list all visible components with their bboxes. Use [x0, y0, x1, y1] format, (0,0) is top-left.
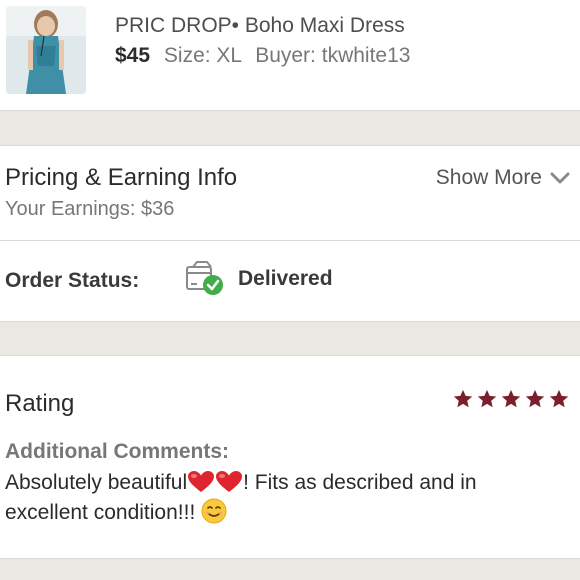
size-value: XL — [216, 44, 242, 67]
chevron-down-icon — [550, 172, 570, 184]
star-icon — [549, 389, 569, 408]
rating-section: Rating Additional Comments: Absolutely b… — [0, 356, 580, 558]
listing-title[interactable]: PRIC DROP• Boho Maxi Dress — [115, 14, 405, 38]
order-status-value: Delivered — [238, 267, 333, 290]
show-more-button[interactable]: Show More — [436, 166, 570, 190]
show-more-label: Show More — [435, 166, 542, 189]
star-icon — [525, 389, 545, 408]
buyer-label: Buyer: — [255, 44, 316, 67]
package-delivered-icon — [186, 261, 223, 295]
heart-emoji-icon — [216, 471, 243, 492]
listing-price: $45 — [115, 44, 151, 67]
order-status-section: Order Status: Delivered — [0, 241, 580, 321]
section-gap — [0, 111, 580, 145]
star-icon — [453, 389, 473, 408]
pricing-title: Pricing & Earning Info — [5, 164, 238, 191]
smiling-face-emoji-icon — [201, 498, 227, 524]
order-status-label: Order Status: — [5, 269, 140, 292]
earnings-text: Your Earnings: $36 — [5, 198, 175, 220]
star-icon — [501, 389, 521, 408]
listing-meta: $45 Size: XL Buyer: tkwhite13 — [115, 44, 410, 68]
listing-thumbnail[interactable] — [6, 6, 86, 94]
star-rating — [452, 388, 570, 410]
star-icon — [477, 389, 497, 408]
section-gap — [0, 559, 580, 580]
heart-emoji-icon — [188, 471, 215, 492]
comment-part-1: Absolutely beautiful — [5, 471, 188, 494]
rating-title: Rating — [5, 390, 75, 417]
section-gap — [0, 322, 580, 355]
comment-text: Absolutely beautiful! Fits as described … — [5, 468, 565, 528]
size-label: Size: — [163, 44, 211, 67]
listing-summary[interactable]: PRIC DROP• Boho Maxi Dress $45 Size: XL … — [0, 0, 580, 110]
buyer-username[interactable]: tkwhite13 — [322, 44, 411, 67]
comments-title: Additional Comments: — [5, 440, 229, 463]
pricing-section: Pricing & Earning Info Your Earnings: $3… — [0, 146, 580, 240]
